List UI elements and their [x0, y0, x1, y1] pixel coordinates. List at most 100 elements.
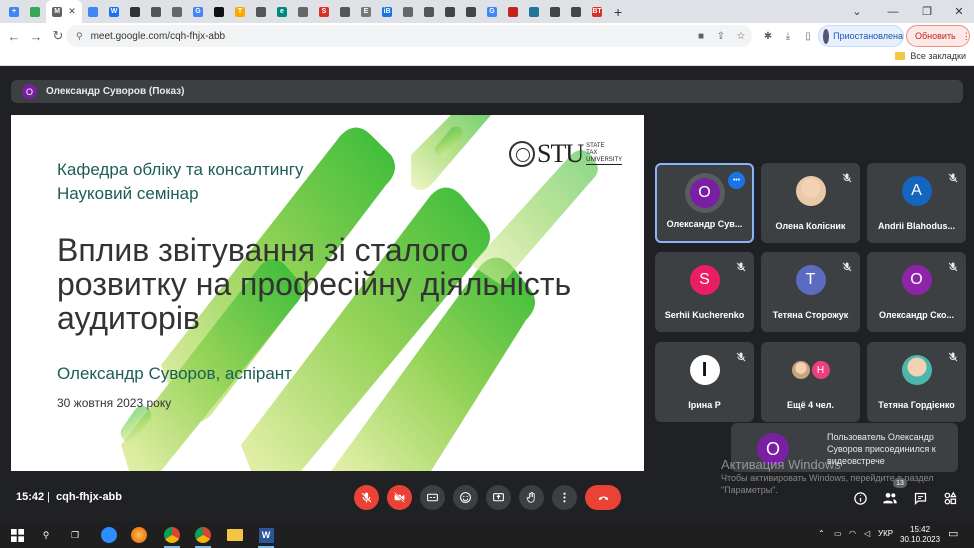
- site-info-icon[interactable]: ⚲: [76, 31, 83, 42]
- tab-favicon-icon: [445, 6, 455, 17]
- browser-tab[interactable]: [335, 3, 355, 21]
- firefox-icon[interactable]: [131, 527, 147, 543]
- browser-tab[interactable]: +: [4, 3, 24, 21]
- camera-icon[interactable]: ■: [693, 28, 709, 44]
- search-icon[interactable]: ⚲: [38, 527, 54, 543]
- meeting-details-button[interactable]: [851, 489, 869, 507]
- windows-activation-watermark: Активация Windows Чтобы активировать Win…: [721, 457, 971, 496]
- browser-tab[interactable]: G: [482, 3, 502, 21]
- close-window-button[interactable]: ✕: [942, 0, 974, 23]
- browser-tab[interactable]: BT: [587, 3, 607, 21]
- browser-tab[interactable]: [461, 3, 481, 21]
- tab-favicon-icon: BT: [592, 6, 602, 17]
- browser-tab[interactable]: [503, 3, 523, 21]
- update-button[interactable]: Обновить ⋮: [906, 25, 971, 47]
- star-icon[interactable]: ☆: [733, 28, 749, 44]
- browser-tab[interactable]: [167, 3, 187, 21]
- activation-title: Активация Windows: [721, 457, 841, 472]
- back-icon[interactable]: ←: [3, 25, 25, 47]
- browser-tab[interactable]: [566, 3, 586, 21]
- info-icon: [853, 491, 867, 505]
- participant-name: Andrii Blahodus...: [877, 221, 955, 231]
- all-bookmarks-button[interactable]: Все закладки: [895, 51, 966, 61]
- browser-tab[interactable]: [251, 3, 271, 21]
- present-button[interactable]: [486, 485, 511, 510]
- browser-tab[interactable]: T: [230, 3, 250, 21]
- raise-hand-button[interactable]: [519, 485, 544, 510]
- new-tab-button[interactable]: +: [614, 4, 622, 20]
- participant-tile[interactable]: Н Ещё 4 чел.: [761, 342, 860, 422]
- file-explorer-icon[interactable]: [227, 527, 243, 543]
- browser-tab[interactable]: [398, 3, 418, 21]
- close-tab-icon[interactable]: ✕: [68, 6, 76, 17]
- slide-date: 30 жовтня 2023 року: [57, 396, 172, 410]
- browser-tab[interactable]: [293, 3, 313, 21]
- browser-tab[interactable]: [146, 3, 166, 21]
- chat-button[interactable]: [911, 489, 929, 507]
- browser-tab[interactable]: G: [188, 3, 208, 21]
- browser-tab[interactable]: [25, 3, 45, 21]
- extensions-icon[interactable]: ✱: [760, 28, 776, 44]
- leave-call-button[interactable]: [585, 485, 621, 510]
- clock-date: 30.10.2023: [900, 535, 941, 544]
- zoom-app-icon[interactable]: [101, 527, 117, 543]
- meeting-code: cqh-fhjx-abb: [56, 491, 122, 503]
- avatar: [823, 28, 830, 44]
- browser-tab[interactable]: e: [272, 3, 292, 21]
- browser-tab[interactable]: [83, 3, 103, 21]
- profile-button[interactable]: Приостановлена: [818, 25, 904, 47]
- browser-tab[interactable]: iB: [377, 3, 397, 21]
- participant-tile[interactable]: S Serhii Kucherenko: [655, 252, 754, 332]
- word-icon[interactable]: W: [258, 527, 274, 548]
- browser-tab[interactable]: [440, 3, 460, 21]
- browser-tab[interactable]: [209, 3, 229, 21]
- maximize-button[interactable]: ❐: [910, 0, 944, 23]
- participant-tile[interactable]: A Andrii Blahodus...: [867, 163, 966, 243]
- more-options-button[interactable]: [552, 485, 577, 510]
- task-view-icon[interactable]: ❐: [67, 527, 83, 543]
- forward-icon[interactable]: →: [25, 25, 47, 47]
- browser-tab[interactable]: [125, 3, 145, 21]
- participant-tile[interactable]: Т Тетяна Сторожук: [761, 252, 860, 332]
- reactions-button[interactable]: [453, 485, 478, 510]
- participant-tile[interactable]: I Ірина Р: [655, 342, 754, 422]
- browser-tab[interactable]: W: [104, 3, 124, 21]
- slide-author: Олександр Суворов, аспірант: [57, 364, 292, 383]
- participant-tile[interactable]: О Олександр Ско...: [867, 252, 966, 332]
- address-bar[interactable]: ⚲ meet.google.com/cqh-fhjx-abb: [66, 25, 752, 47]
- share-icon[interactable]: ⇪: [713, 28, 729, 44]
- tab-favicon-icon: [30, 6, 40, 17]
- minimize-button[interactable]: —: [876, 0, 910, 23]
- tab-favicon-icon: [550, 6, 560, 17]
- language-indicator[interactable]: УКР: [878, 529, 893, 538]
- camera-off-button[interactable]: [387, 485, 412, 510]
- browser-tab[interactable]: E: [356, 3, 376, 21]
- browser-tab[interactable]: [545, 3, 565, 21]
- wifi-icon[interactable]: ◠: [849, 529, 856, 538]
- participant-tile[interactable]: О Олександр Сув... •••: [655, 163, 754, 243]
- network-icon[interactable]: ▭: [834, 529, 842, 538]
- browser-tab[interactable]: [524, 3, 544, 21]
- browser-tab[interactable]: [419, 3, 439, 21]
- tray-expand-icon[interactable]: ⌃: [818, 529, 825, 538]
- participant-avatar: Н: [791, 355, 831, 385]
- chrome-icon[interactable]: [164, 527, 180, 548]
- windows-start-icon[interactable]: [9, 527, 25, 543]
- captions-button[interactable]: [420, 485, 445, 510]
- participant-tile[interactable]: Олена Колісник: [761, 163, 860, 243]
- mic-off-icon: [361, 492, 372, 503]
- activities-button[interactable]: [941, 489, 959, 507]
- volume-icon[interactable]: ◁: [864, 529, 870, 538]
- download-icon[interactable]: ⤓: [780, 28, 796, 44]
- side-panel-icon[interactable]: ▯: [800, 28, 816, 44]
- mic-off-button[interactable]: [354, 485, 379, 510]
- collapse-tabs-icon[interactable]: ⌄: [840, 0, 874, 23]
- browser-tab[interactable]: M ✕: [46, 0, 82, 23]
- participant-tile[interactable]: Тетяна Гордієнко: [867, 342, 966, 422]
- notifications-icon[interactable]: ▭: [948, 527, 958, 540]
- browser-tab[interactable]: S: [314, 3, 334, 21]
- people-button[interactable]: [881, 489, 899, 507]
- chrome-icon[interactable]: [195, 527, 211, 548]
- taskbar-clock[interactable]: 15:42 30.10.2023: [900, 525, 940, 545]
- participant-avatar: [795, 176, 826, 206]
